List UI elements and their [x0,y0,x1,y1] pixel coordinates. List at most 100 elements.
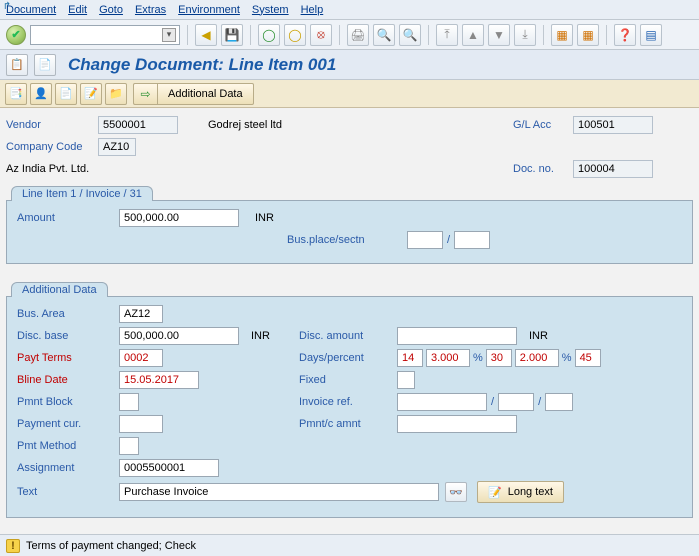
app-btn-5[interactable]: 📁 [105,83,127,105]
help-icon[interactable]: ❓ [614,24,636,46]
docno-label: Doc. no. [513,163,573,175]
busarea-field[interactable]: AZ12 [119,305,163,323]
pmtmethod-field[interactable] [119,437,139,455]
standard-toolbar: ✔ ▾ ◀ 💾 ◯ ◯ ⦻ 🖨 🔍 🔍 ⤒ ▲ ▼ ⤓ ▦ ▦ ❓ ▤ [0,20,699,50]
menu-system[interactable]: System [252,4,289,16]
print-icon[interactable]: 🖨 [347,24,369,46]
text-label: Text [17,486,119,498]
title-icon2[interactable]: 📄 [34,54,56,76]
line-item-group: Line Item 1 / Invoice / 31 Amount 500,00… [6,200,693,264]
back-icon[interactable]: ◯ [258,24,280,46]
last-page-icon[interactable]: ⤓ [514,24,536,46]
additional-data-arrow-icon[interactable]: ⇨ [133,83,157,105]
line-item-tab: Line Item 1 / Invoice / 31 [11,186,153,201]
pmntc-field[interactable] [397,415,517,433]
text-search-button[interactable]: 👓 [445,482,467,502]
app-btn-2[interactable]: 👤 [30,83,52,105]
back-yellow-icon[interactable]: ◀ [195,24,217,46]
amount-label: Amount [17,212,119,224]
invref3-field[interactable] [545,393,573,411]
application-toolbar: 📑 👤 📄 📝 📁 ⇨ Additional Data [0,80,699,108]
warning-icon: ! [6,539,20,553]
vendor-name: Godrej steel ltd [208,119,282,131]
title-icon1[interactable]: 📋 [6,54,28,76]
invref-label: Invoice ref. [299,396,397,408]
discamount-label: Disc. amount [299,330,397,342]
discbase-field[interactable]: 500,000.00 [119,327,239,345]
bline-field[interactable]: 15.05.2017 [119,371,199,389]
session-indicator-icon: ↱ [0,0,14,14]
first-page-icon[interactable]: ⤒ [436,24,458,46]
cancel-icon[interactable]: ⦻ [310,24,332,46]
additional-data-tab: Additional Data [11,282,108,297]
app-btn-1[interactable]: 📑 [5,83,27,105]
company-field: AZ10 [98,138,136,156]
command-field[interactable]: ▾ [30,25,180,45]
busplace-field[interactable] [407,231,443,249]
company-label: Company Code [6,141,98,153]
pmntblock-label: Pmnt Block [17,396,119,408]
pmntblock-field[interactable] [119,393,139,411]
menu-help[interactable]: Help [301,4,324,16]
menu-goto[interactable]: Goto [99,4,123,16]
next-page-icon[interactable]: ▼ [488,24,510,46]
status-bar: ! Terms of payment changed; Check [0,534,699,556]
app-btn-3[interactable]: 📄 [55,83,77,105]
discbase-currency: INR [251,330,281,342]
payt-label: Payt Terms [17,352,119,364]
invref1-field[interactable] [397,393,487,411]
app-btn-4[interactable]: 📝 [80,83,102,105]
additional-data-button[interactable]: Additional Data [157,83,254,105]
days2-field[interactable]: 30 [486,349,512,367]
invref2-field[interactable] [498,393,534,411]
paycur-field[interactable] [119,415,163,433]
discamount-currency: INR [529,330,548,342]
layout-icon[interactable]: ▤ [640,24,662,46]
menu-extras[interactable]: Extras [135,4,166,16]
menu-environment[interactable]: Environment [178,4,240,16]
days1-field[interactable]: 14 [397,349,423,367]
prev-page-icon[interactable]: ▲ [462,24,484,46]
docno-field: 100004 [573,160,653,178]
busplace-label: Bus.place/sectn [287,234,407,246]
paycur-label: Payment cur. [17,418,119,430]
pmtmethod-label: Pmt Method [17,440,119,452]
find-next-icon[interactable]: 🔍 [399,24,421,46]
assignment-label: Assignment [17,462,119,474]
page-title: Change Document: Line Item 001 [68,55,336,75]
dayspct-label: Days/percent [299,352,397,364]
amount-currency: INR [255,212,274,224]
content-area: Vendor 5500001 Godrej steel ltd G/L Acc … [0,108,699,526]
discbase-label: Disc. base [17,330,119,342]
status-message: Terms of payment changed; Check [26,540,196,552]
pmntc-label: Pmnt/c amnt [299,418,397,430]
exit-icon[interactable]: ◯ [284,24,306,46]
text-field[interactable]: Purchase Invoice [119,483,439,501]
long-text-button[interactable]: 📝 Long text [477,481,564,503]
dropdown-icon[interactable]: ▾ [162,28,176,42]
pct1-field[interactable]: 3.000 [426,349,470,367]
days3-field[interactable]: 45 [575,349,601,367]
pct2-sign: % [559,352,575,364]
enter-button[interactable]: ✔ [6,25,26,45]
fixed-label: Fixed [299,374,397,386]
pct1-sign: % [470,352,486,364]
payt-field[interactable]: 0002 [119,349,163,367]
glacc-field: 100501 [573,116,653,134]
busarea-label: Bus. Area [17,308,119,320]
assignment-field[interactable]: 0005500001 [119,459,219,477]
menu-edit[interactable]: Edit [68,4,87,16]
fixed-field[interactable] [397,371,415,389]
menu-bar: Document Edit Goto Extras Environment Sy… [0,0,699,20]
sectn-field[interactable] [454,231,490,249]
vendor-label: Vendor [6,119,98,131]
additional-data-group: Additional Data Bus. Area AZ12 Disc. bas… [6,296,693,518]
save-icon[interactable]: 💾 [221,24,243,46]
discamount-field[interactable] [397,327,517,345]
new-session-icon[interactable]: ▦ [551,24,573,46]
pct2-field[interactable]: 2.000 [515,349,559,367]
find-icon[interactable]: 🔍 [373,24,395,46]
shortcut-icon[interactable]: ▦ [577,24,599,46]
bline-label: Bline Date [17,374,119,386]
amount-field[interactable]: 500,000.00 [119,209,239,227]
